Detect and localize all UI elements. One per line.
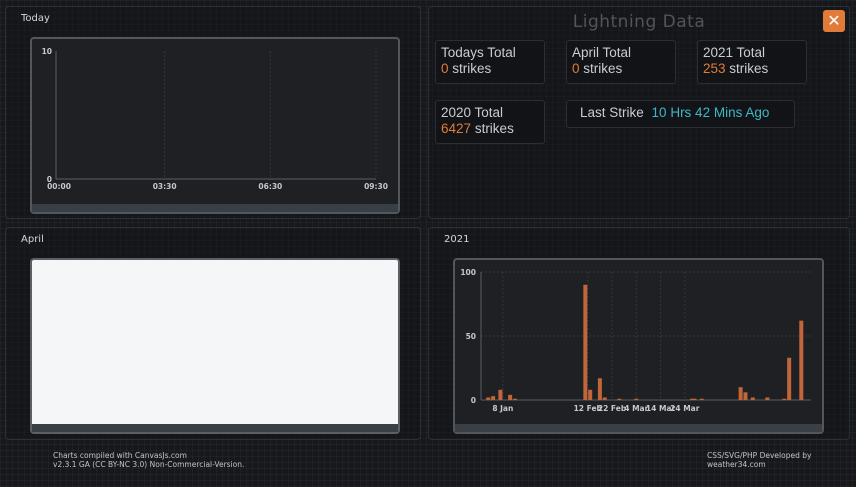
todays-total-box: Todays Total 0 strikes (435, 40, 545, 84)
year2020-total-box: 2020 Total 6427 strikes (435, 100, 545, 144)
today-chart-svg: 00:00 03:30 06:30 09:30100 (42, 47, 388, 191)
year2020-total-value: 6427 (441, 121, 472, 136)
footer-dev-line1: CSS/SVG/PHP Developed by (707, 451, 812, 460)
x-tick-label: 06:30 (258, 182, 282, 191)
bar (692, 398, 697, 400)
bar (508, 394, 513, 400)
last-strike-box: Last Strike 10 Hrs 42 Mins Ago (566, 100, 795, 128)
y-tick-label: 0 (47, 175, 52, 184)
x-tick-label: 03:30 (153, 182, 177, 191)
april-total-box: April Total 0 strikes (566, 40, 676, 84)
x-tick-label: 8 Jan (492, 404, 513, 413)
year2020-total-label: 2020 Total (441, 105, 504, 120)
bar (787, 357, 792, 400)
april-chart (30, 258, 400, 434)
todays-total-unit: strikes (452, 61, 492, 76)
april-total-value: 0 (572, 61, 580, 76)
bar (699, 398, 704, 400)
lightning-title: Lightning Data (572, 12, 706, 32)
april-total-unit: strikes (583, 61, 623, 76)
y-tick-label: 10 (42, 47, 52, 56)
bar (498, 389, 503, 400)
chart-scrollbar (455, 424, 822, 432)
bar (743, 392, 748, 400)
year2020-total-unit: strikes (474, 121, 514, 136)
bar (512, 398, 517, 400)
bar (765, 397, 770, 400)
bar (602, 397, 607, 400)
close-button[interactable]: ✕ (823, 10, 845, 32)
april-total-label: April Total (572, 45, 632, 60)
year2021-panel-title: 2021 (444, 234, 470, 245)
bar (617, 398, 622, 400)
x-tick-label: 24 Mar (670, 404, 700, 413)
lightning-data-panel: Lightning Data ✕ Todays Total 0 strikes … (428, 6, 850, 219)
year2021-chart-svg: 8 Jan 12 Feb22 Feb4 Mar14 Mar24 Mar050100 (460, 268, 811, 413)
chart-scrollbar (32, 204, 398, 212)
y-tick-label: 50 (466, 332, 476, 341)
bar (634, 398, 639, 400)
y-tick-label: 0 (471, 396, 476, 405)
bar (782, 398, 787, 400)
todays-total-label: Todays Total (441, 45, 516, 60)
chart-scrollbar (32, 424, 398, 432)
april-panel-title: April (21, 234, 44, 245)
last-strike-value: 10 Hrs 42 Mins Ago (651, 105, 770, 120)
bar (583, 284, 588, 400)
today-panel-title: Today (21, 13, 50, 24)
footer-credit-line2: v2.3.1 GA (CC BY-NC 3.0) Non-Commercial-… (53, 460, 245, 469)
bar (738, 387, 743, 400)
footer-left: Charts compiled with CanvasJs.com v2.3.1… (53, 451, 244, 469)
bar (799, 320, 804, 400)
april-panel: April (5, 227, 421, 440)
footer-credit-line1: Charts compiled with CanvasJs.com (53, 451, 187, 460)
year2021-total-box: 2021 Total 253 strikes (697, 40, 807, 84)
year2021-chart: 8 Jan 12 Feb 22 Feb 4 Mar 14 Mar 24 Mar 0 50 100 (453, 258, 824, 434)
bar (491, 396, 496, 400)
year2021-total-unit: strikes (729, 61, 769, 76)
bar (597, 378, 602, 400)
today-panel: Today 00:00 03:30 06:30 09:30 10 0 (5, 6, 421, 219)
bar (486, 397, 491, 400)
footer-right: CSS/SVG/PHP Developed by weather34.com (707, 451, 811, 469)
bar (588, 389, 593, 400)
year2021-panel: 2021 8 Jan 12 Feb 22 Feb 4 Mar 14 Mar 24 Mar 0… (428, 227, 850, 440)
close-icon: ✕ (827, 11, 841, 30)
last-strike-label: Last Strike (580, 105, 644, 120)
y-tick-label: 100 (460, 268, 476, 277)
x-tick-label: 22 Feb (598, 404, 627, 413)
year2021-total-value: 253 (703, 61, 726, 76)
todays-total-value: 0 (441, 61, 449, 76)
today-chart: 00:00 03:30 06:30 09:30 10 0 (30, 37, 400, 214)
footer-dev-line2: weather34.com (707, 460, 766, 469)
year2021-total-label: 2021 Total (703, 45, 766, 60)
x-tick-label: 09:30 (364, 182, 388, 191)
bar (750, 397, 755, 400)
